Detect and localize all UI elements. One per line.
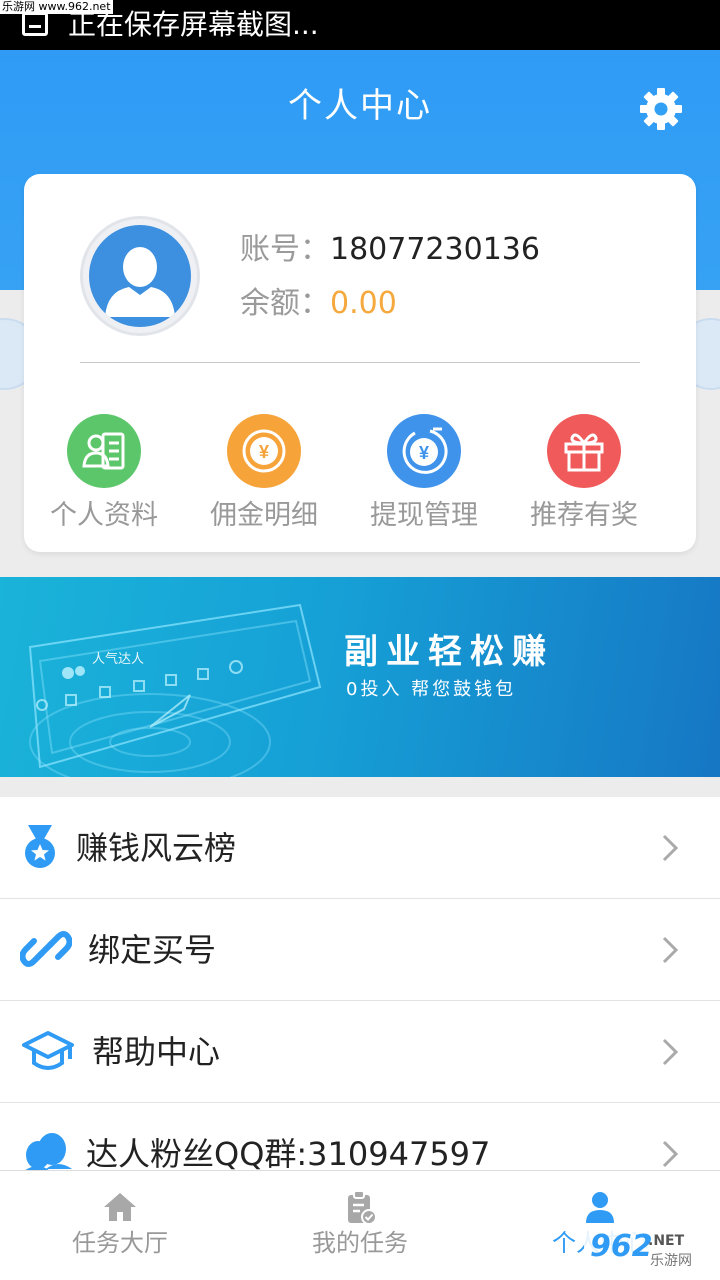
coin-yuan-icon: ¥ bbox=[227, 414, 301, 488]
list-item-label: 绑定买号 bbox=[88, 931, 217, 969]
banner-mock-app-name: 人气达人 bbox=[92, 651, 144, 667]
link-icon bbox=[20, 931, 72, 967]
gear-icon[interactable] bbox=[636, 84, 686, 134]
withdraw-yuan-icon: ¥ bbox=[387, 414, 461, 488]
list-item-leaderboard[interactable]: 赚钱风云榜 bbox=[0, 797, 720, 899]
promo-banner[interactable]: 人气达人 bbox=[0, 577, 720, 777]
account-row: 账号：18077230136 bbox=[240, 230, 540, 270]
quick-menu-referral[interactable]: 推荐有奖 bbox=[504, 412, 664, 532]
tab-task-hall[interactable]: 任务大厅 bbox=[0, 1171, 240, 1280]
chevron-right-icon bbox=[662, 936, 679, 964]
banner-illustration: 人气达人 bbox=[28, 603, 322, 777]
gift-icon bbox=[547, 414, 621, 488]
chevron-right-icon bbox=[662, 1140, 679, 1168]
watermark-brand: 962 bbox=[590, 1229, 653, 1264]
svg-text:¥: ¥ bbox=[259, 442, 269, 462]
balance-label: 余额： bbox=[240, 286, 330, 321]
home-icon bbox=[104, 1193, 136, 1221]
page-title: 个人中心 bbox=[288, 86, 432, 126]
chevron-right-icon bbox=[662, 1038, 679, 1066]
avatar[interactable] bbox=[80, 216, 200, 336]
watermark-sub: 乐游网 bbox=[650, 1253, 692, 1269]
account-label: 账号： bbox=[240, 232, 330, 267]
graduation-cap-icon bbox=[22, 1031, 74, 1070]
quick-menu-label: 提现管理 bbox=[370, 500, 478, 531]
tab-label: 我的任务 bbox=[312, 1229, 408, 1257]
quick-menu-label: 佣金明细 bbox=[210, 500, 318, 531]
medal-icon bbox=[25, 825, 55, 868]
banner-subtitle: 0投入 帮您鼓钱包 bbox=[346, 679, 517, 700]
quick-menu: 个人资料 ¥ 佣金明细 ¥ 提现管理 推荐有奖 bbox=[24, 412, 696, 532]
tab-my-tasks[interactable]: 我的任务 bbox=[240, 1171, 480, 1280]
list-item-help[interactable]: 帮助中心 bbox=[0, 1001, 720, 1103]
person-icon bbox=[586, 1192, 614, 1223]
screenshot-icon bbox=[22, 12, 48, 36]
list-item-label: 帮助中心 bbox=[92, 1033, 221, 1071]
watermark-suffix: .NET bbox=[648, 1233, 685, 1249]
balance-row: 余额：0.00 bbox=[240, 284, 397, 324]
banner-title: 副业轻松赚 bbox=[344, 632, 554, 672]
watermark-logo: 962 .NET 乐游网 bbox=[584, 1228, 714, 1276]
user-avatar-icon bbox=[89, 225, 191, 327]
divider bbox=[80, 362, 640, 363]
list-item-label: 赚钱风云榜 bbox=[76, 829, 237, 867]
svg-text:¥: ¥ bbox=[419, 443, 429, 463]
list-item-bind-account[interactable]: 绑定买号 bbox=[0, 899, 720, 1001]
tab-label: 任务大厅 bbox=[72, 1229, 168, 1257]
account-card: 账号：18077230136 余额：0.00 个人资料 ¥ 佣金明细 ¥ 提现管… bbox=[24, 174, 696, 552]
quick-menu-label: 个人资料 bbox=[50, 500, 158, 531]
contact-card-icon bbox=[67, 414, 141, 488]
watermark-top: 乐游网 www.962.net bbox=[0, 0, 113, 14]
quick-menu-profile[interactable]: 个人资料 bbox=[24, 412, 184, 532]
chevron-right-icon bbox=[662, 834, 679, 862]
clipboard-check-icon bbox=[348, 1190, 377, 1225]
quick-menu-commission[interactable]: ¥ 佣金明细 bbox=[184, 412, 344, 532]
account-value: 18077230136 bbox=[330, 232, 540, 267]
quick-menu-withdraw[interactable]: ¥ 提现管理 bbox=[344, 412, 504, 532]
list-item-label: 达人粉丝QQ群:310947597 bbox=[86, 1135, 491, 1173]
quick-menu-label: 推荐有奖 bbox=[530, 500, 638, 531]
balance-value: 0.00 bbox=[330, 286, 397, 321]
